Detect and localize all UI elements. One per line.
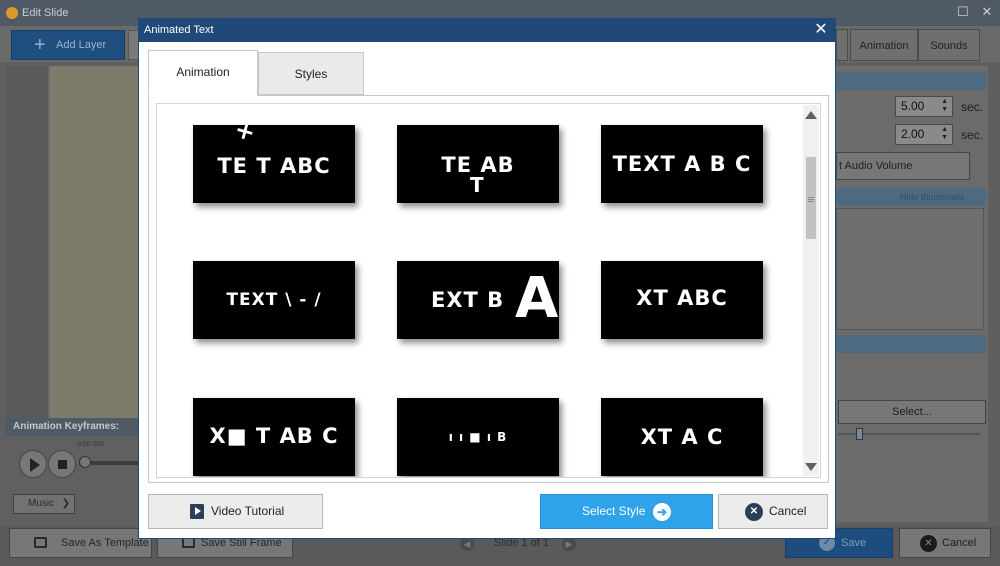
tab-styles[interactable]: Styles: [258, 52, 364, 95]
animation-thumbnail-5[interactable]: EXT B A: [397, 261, 559, 339]
dialog-titlebar: Animated Text ✕: [139, 19, 835, 42]
animation-thumbnail-7[interactable]: X■ T AB C: [193, 398, 355, 476]
music-label: Music: [28, 498, 55, 509]
prev-slide-icon[interactable]: ◀: [460, 537, 474, 551]
edit-slide-title: Edit Slide: [22, 7, 69, 19]
video-tutorial-button[interactable]: Video Tutorial: [148, 494, 323, 529]
duration-value: 5.00: [901, 99, 925, 113]
select-button[interactable]: Select...: [838, 400, 986, 424]
thumbnail-text: XT ABC: [636, 286, 728, 310]
tab-animation-bg-label: Animation: [859, 40, 909, 52]
thumbnails-area: [836, 208, 984, 330]
thumbnail-text: X■ T AB C: [209, 424, 339, 448]
vertical-scrollbar[interactable]: [803, 105, 819, 476]
thumbnail-text: ı ı ■ ı B: [448, 430, 508, 444]
panel-header-band: [836, 72, 986, 90]
audio-volume-button[interactable]: t Audio Volume: [836, 152, 970, 180]
animation-thumbnail-4[interactable]: TEXT \ - /: [193, 261, 355, 339]
animation-thumbnail-8[interactable]: ı ı ■ ı B: [397, 398, 559, 476]
scrollbar-thumb[interactable]: [806, 157, 816, 239]
tab-sounds-label: Sounds: [930, 40, 968, 52]
cancel-button[interactable]: ✕ Cancel: [718, 494, 828, 529]
animation-grid: + TE T ABC TE AB T TEXT A B C TEXT \ - /…: [156, 103, 821, 478]
music-button[interactable]: Music ❯: [13, 494, 75, 514]
big-letter-icon: A: [515, 266, 559, 331]
canvas-strip: [6, 66, 48, 418]
arrow-right-icon: ➔: [653, 503, 671, 521]
maximize-icon[interactable]: ☐: [956, 5, 970, 19]
grip-icon: [808, 197, 814, 198]
panel-section-band: [836, 335, 986, 353]
select-style-button[interactable]: Select Style ➔: [540, 494, 713, 529]
spinner-icon[interactable]: ▲ ▼: [941, 98, 948, 114]
save-template-button[interactable]: Save As Template: [9, 528, 152, 558]
image-icon: [34, 537, 47, 548]
spinner-icon[interactable]: ▲ ▼: [941, 126, 948, 142]
add-layer-button[interactable]: + Add Layer: [11, 30, 125, 60]
hide-thumbnails-link[interactable]: Hide thumbnails: [900, 192, 965, 202]
select-style-label: Select Style: [582, 504, 646, 518]
scroll-up-icon[interactable]: [805, 111, 817, 119]
animation-thumbnail-6[interactable]: XT ABC: [601, 261, 763, 339]
animation-thumbnail-1[interactable]: + TE T ABC: [193, 125, 355, 203]
play-button[interactable]: [19, 450, 47, 478]
close-icon[interactable]: ✕: [811, 20, 831, 40]
tab-animation-bg[interactable]: Animation: [850, 29, 918, 61]
bg-tab-hidden[interactable]: [836, 29, 848, 61]
animation-thumbnail-3[interactable]: TEXT A B C: [601, 125, 763, 203]
transition-value: 2.00: [901, 127, 925, 141]
thumbnail-text: TEXT A B C: [612, 152, 752, 176]
animated-text-dialog: Animated Text ✕ Animation Styles + TE T …: [138, 18, 836, 539]
bg-cancel-button[interactable]: ✕ Cancel: [899, 528, 991, 558]
thumbnail-text: TEXT \ - /: [226, 290, 322, 310]
window-close-icon[interactable]: ✕: [980, 5, 994, 19]
panel-slider-knob[interactable]: [856, 428, 863, 440]
video-tutorial-label: Video Tutorial: [211, 504, 285, 518]
thumbnail-text: XT A C: [640, 425, 724, 449]
video-icon: [190, 504, 204, 519]
tab-sounds[interactable]: Sounds: [918, 29, 980, 61]
tab-animation[interactable]: Animation: [148, 50, 258, 96]
slide-preview[interactable]: [50, 66, 138, 418]
save-template-label: Save As Template: [61, 537, 149, 549]
transition-field[interactable]: 2.00 ▲ ▼: [895, 124, 953, 145]
bg-cancel-label: Cancel: [942, 537, 977, 549]
duration-unit: sec.: [961, 100, 984, 114]
animation-thumbnail-2[interactable]: TE AB T: [397, 125, 559, 203]
keyframe-playhead[interactable]: [79, 456, 91, 468]
keyframes-time: 0:00.000: [77, 441, 105, 448]
stop-button[interactable]: [48, 450, 76, 478]
chevron-right-icon: ❯: [61, 498, 70, 509]
tab-animation-label: Animation: [176, 65, 230, 79]
save-label: Save: [841, 537, 867, 549]
app-logo-icon: [6, 7, 18, 19]
falling-letter-icon: T: [470, 173, 484, 197]
add-layer-label: Add Layer: [56, 39, 107, 51]
keyframes-title: Animation Keyframes:: [6, 418, 138, 436]
tab-styles-label: Styles: [294, 67, 328, 81]
next-slide-icon[interactable]: ▶: [562, 537, 576, 551]
plus-icon: +: [34, 34, 46, 56]
close-circle-icon: ✕: [920, 535, 937, 552]
thumbnail-text: TE T ABC: [217, 154, 331, 178]
animation-pane: + TE T ABC TE AB T TEXT A B C TEXT \ - /…: [148, 95, 829, 483]
close-circle-icon: ✕: [745, 503, 763, 521]
dialog-title: Animated Text: [144, 24, 214, 36]
scroll-down-icon[interactable]: [805, 463, 817, 471]
animation-thumbnail-9[interactable]: XT A C: [601, 398, 763, 476]
duration-field[interactable]: 5.00 ▲ ▼: [895, 96, 953, 117]
cancel-label: Cancel: [769, 504, 807, 518]
transition-unit: sec.: [961, 128, 984, 142]
